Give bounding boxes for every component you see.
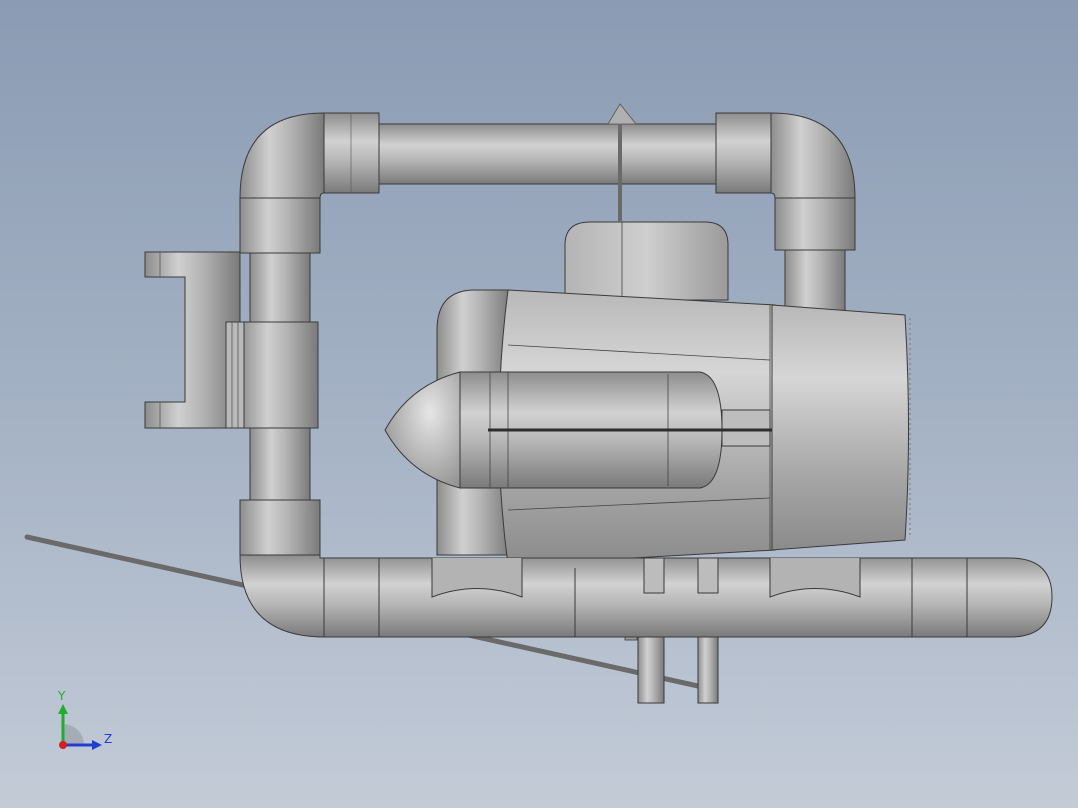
elbow-top-left[interactable] bbox=[239, 112, 325, 199]
triad-y-label: Y bbox=[58, 689, 66, 703]
cad-viewport[interactable]: Y Z bbox=[0, 0, 1078, 808]
nose-cone[interactable] bbox=[384, 371, 461, 489]
model-view[interactable] bbox=[0, 0, 1078, 808]
clamp-bracket[interactable] bbox=[144, 251, 245, 429]
elbow-top-right[interactable] bbox=[770, 112, 856, 199]
triad-z-label: Z bbox=[104, 732, 113, 746]
top-pipe[interactable] bbox=[319, 112, 781, 194]
left-pipe[interactable] bbox=[239, 197, 321, 556]
front-drum[interactable] bbox=[771, 304, 911, 551]
coordinate-triad bbox=[58, 704, 102, 750]
bottom-pipe[interactable] bbox=[239, 554, 1053, 638]
right-pipe[interactable] bbox=[774, 197, 856, 319]
